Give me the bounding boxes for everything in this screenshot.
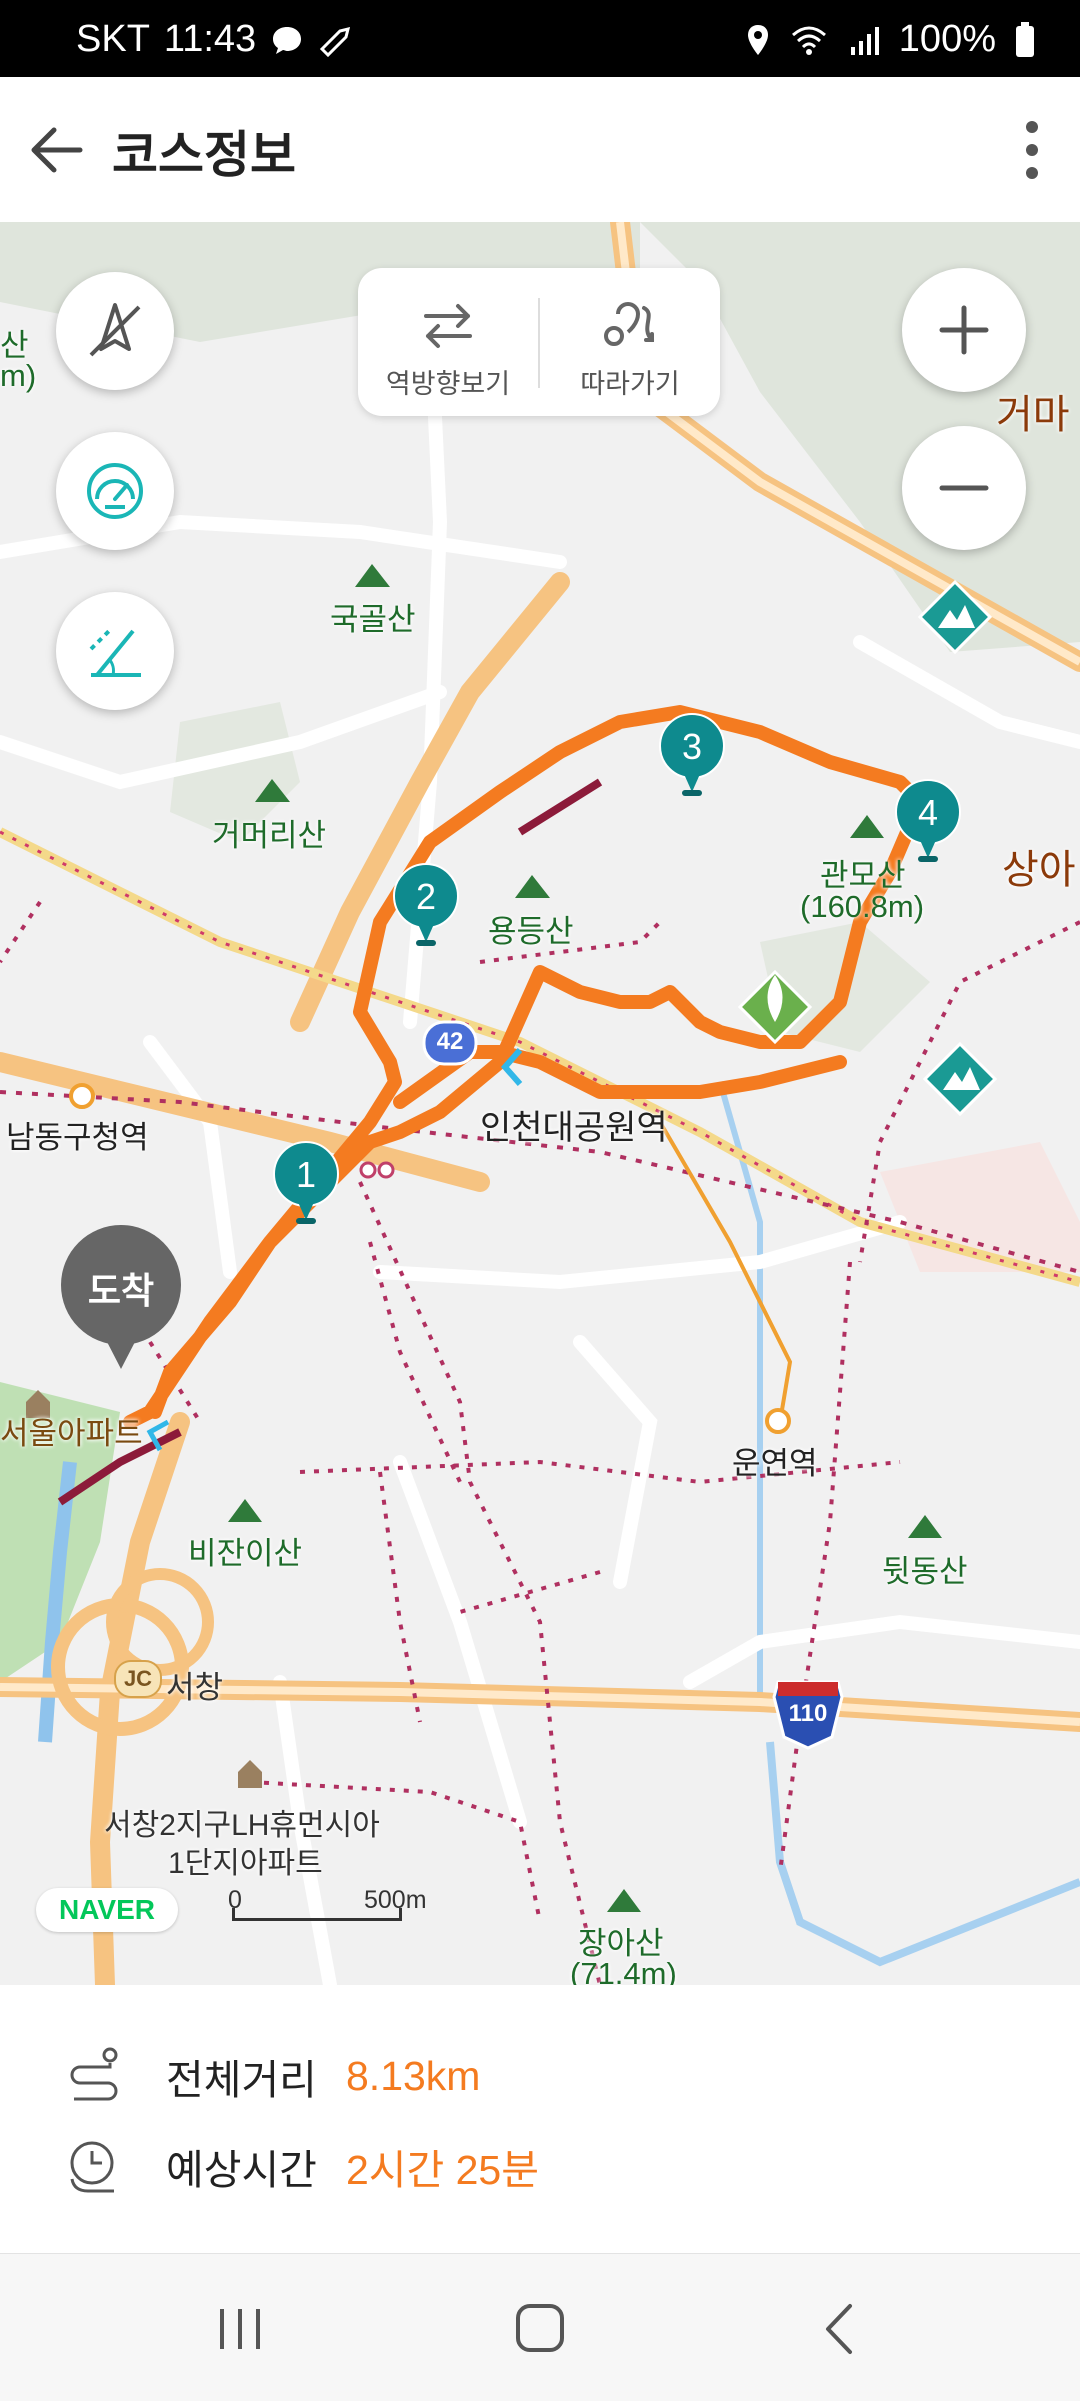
chat-bubble-icon: [273, 26, 302, 54]
course-info-panel: 전체거리 8.13km 예상시간 2시간 25분: [0, 1985, 1080, 2253]
battery-icon: [1016, 21, 1034, 57]
map-label-seochang: 서창: [166, 1670, 224, 1705]
map-label-gwanmo-elev: (160.8m): [800, 889, 925, 924]
waypoint-1-label: 1: [295, 1154, 317, 1195]
map-label-left-m: m): [0, 358, 37, 393]
time-label: 예상시간: [166, 2147, 317, 2193]
shoe-icon: [320, 26, 351, 57]
map-label-dwitdong: 뒷동산: [882, 1554, 968, 1589]
recent-apps-icon[interactable]: [200, 2294, 280, 2364]
map-label-incheon-park-station: 인천대공원역: [480, 1109, 668, 1147]
map-label-gukgol: 국골산: [330, 602, 416, 637]
scale-bar: 0 500m: [228, 1886, 448, 1926]
waypoint-3-label: 3: [681, 726, 703, 767]
scale-distance: 500m: [364, 1886, 427, 1914]
map-label-bijani: 비잔이산: [188, 1536, 303, 1571]
road-42-label: 42: [436, 1028, 464, 1055]
map-label-apartment: 서울아파트: [0, 1416, 143, 1451]
carrier-label: SKT: [76, 18, 150, 60]
map-label-seochang-apt2: 1단지아파트: [168, 1847, 323, 1880]
map-label-yongdeung: 용등산: [488, 914, 574, 949]
time-label: 11:43: [163, 18, 257, 60]
map-label-geoma: 거마: [996, 393, 1070, 437]
slope-icon: [89, 629, 141, 677]
plus-icon: [939, 305, 989, 355]
arrow-left-icon[interactable]: [22, 115, 92, 185]
road-110-label: 110: [788, 1700, 828, 1727]
app-bar: 코스정보: [0, 77, 1080, 222]
distance-label: 전체거리: [166, 2057, 317, 2103]
zoom-out-button[interactable]: [902, 426, 1026, 550]
location-icon: [747, 24, 768, 55]
route-distance-icon: [70, 2047, 118, 2101]
scale-tick-start: [232, 1908, 235, 1921]
route-tool-panel: 역방향보기 따라가기: [358, 268, 720, 416]
system-nav-bar: [0, 2253, 1080, 2401]
reverse-direction-label: 역방향보기: [385, 369, 511, 399]
signal-icon: [850, 26, 879, 55]
zoom-in-button[interactable]: [902, 268, 1026, 392]
arrival-label: 도착: [87, 1270, 155, 1311]
page-title: 코스정보: [112, 127, 296, 183]
map-view[interactable]: 국골산 거머리산 용등산 관모산 (160.8m) 상아 거마 산 m) 남동구…: [0, 222, 1080, 1985]
scale-line: [232, 1918, 402, 1921]
scale-tick-end: [399, 1908, 402, 1921]
time-value: 2시간 25분: [346, 2147, 539, 2193]
clock-icon: [70, 2141, 114, 2193]
swap-arrows-icon: [424, 304, 472, 348]
speed-gauge-button[interactable]: [56, 432, 174, 550]
compass-off-button[interactable]: [56, 272, 174, 390]
waypoint-2-label: 2: [415, 876, 437, 917]
more-vertical-icon[interactable]: [1012, 115, 1052, 185]
slope-button[interactable]: [56, 592, 174, 710]
back-icon[interactable]: [800, 2294, 880, 2364]
reverse-direction-button[interactable]: 역방향보기: [358, 268, 538, 416]
time-row: 예상시간 2시간 25분: [64, 2135, 539, 2197]
compass-off-icon: [89, 303, 141, 357]
follow-route-label: 따라가기: [580, 369, 680, 399]
jc-badge: JC: [114, 1660, 162, 1698]
distance-value: 8.13km: [346, 2052, 481, 2099]
status-bar: SKT 11:43 100%: [0, 0, 1080, 77]
distance-row: 전체거리 8.13km: [64, 2045, 480, 2107]
home-icon[interactable]: [500, 2294, 580, 2364]
waypoint-4-label: 4: [917, 792, 939, 833]
minus-icon: [939, 485, 989, 491]
follow-route-button[interactable]: 따라가기: [540, 268, 720, 416]
map-label-namdong-station: 남동구청역: [6, 1120, 149, 1155]
battery-percent: 100%: [898, 18, 996, 60]
map-label-janga-elev: (71.4m): [570, 1956, 677, 1985]
naver-logo: NAVER: [36, 1888, 178, 1932]
map-label-geomeori: 거머리산: [212, 818, 327, 853]
speedometer-icon: [87, 463, 143, 519]
map-label-unyeon-station: 운연역: [732, 1446, 818, 1481]
wifi-icon: [791, 26, 826, 55]
map-label-sanga: 상아: [1002, 848, 1076, 892]
follow-route-icon: [604, 302, 654, 346]
